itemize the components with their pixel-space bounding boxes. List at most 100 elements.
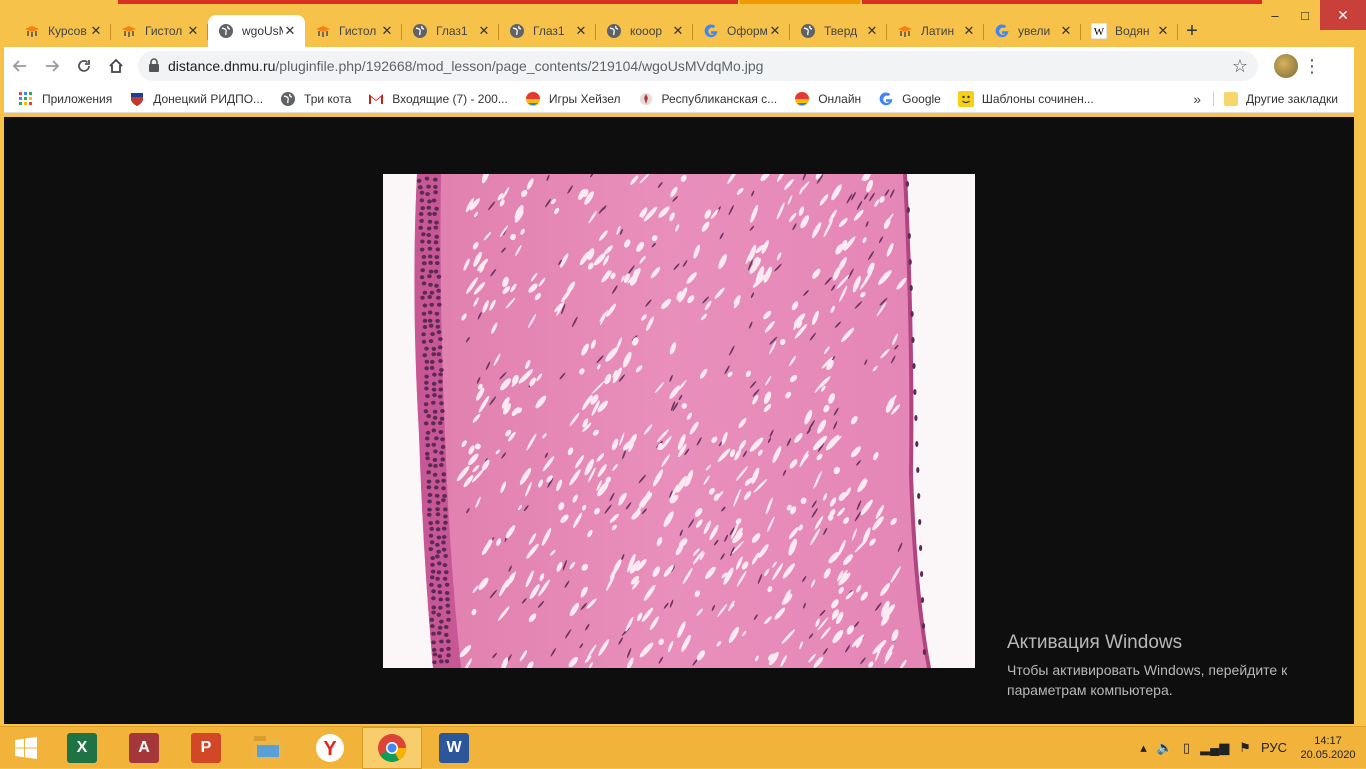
minimize-button[interactable]: ‒	[1260, 0, 1290, 30]
tissue-section-image	[414, 174, 931, 668]
device-icon[interactable]: ▯	[1183, 740, 1190, 756]
home-button[interactable]	[100, 50, 132, 82]
profile-avatar[interactable]	[1274, 54, 1298, 78]
activation-title: Активация Windows	[1007, 632, 1183, 653]
other-bookmarks[interactable]: Другие закладки	[1213, 91, 1338, 106]
taskbar-app-access[interactable]: A	[114, 727, 174, 769]
tab[interactable]: Оформ ✕	[693, 15, 790, 47]
close-tab-icon[interactable]: ✕	[671, 23, 685, 39]
bookmark-item[interactable]: Республиканская с...	[638, 91, 777, 107]
bookmark-item[interactable]: Приложения	[18, 91, 112, 107]
system-tray: ▴ 🔈 ▯ ▂▄▆ ⚑ РУС 14:17 20.05.2020	[1135, 727, 1366, 769]
tray-expand-icon[interactable]: ▴	[1140, 740, 1147, 756]
bookmark-label: Три кота	[304, 91, 352, 106]
globe-icon	[412, 23, 428, 39]
flag-icon[interactable]: ⚑	[1239, 740, 1251, 756]
taskbar-app-yandex-browser[interactable]: Y	[300, 727, 360, 769]
forward-button[interactable]	[36, 50, 68, 82]
tab[interactable]: Тверд ✕	[790, 15, 887, 47]
reload-button[interactable]	[68, 50, 100, 82]
start-button[interactable]	[0, 727, 52, 769]
bookmarks-bar: Приложения Донецкий РИДПО... Три кота Входя…	[4, 85, 1354, 113]
maximize-button[interactable]: □	[1290, 0, 1320, 30]
close-tab-icon[interactable]: ✕	[477, 23, 491, 39]
close-tab-icon[interactable]: ✕	[186, 23, 200, 39]
tab-title: Водян	[1115, 24, 1150, 38]
bookmark-item[interactable]: Игры Хейзел	[525, 91, 621, 107]
tab[interactable]: Гистол ✕	[111, 15, 208, 47]
bookmark-item[interactable]: Входящие (7) - 200...	[368, 91, 508, 107]
close-tab-icon[interactable]: ✕	[768, 23, 782, 39]
bookmark-item[interactable]: Шаблоны сочинен...	[957, 90, 1094, 107]
close-tab-icon[interactable]: ✕	[283, 23, 297, 39]
globe-icon	[218, 23, 234, 39]
tab-title: Тверд	[824, 24, 858, 38]
tab[interactable]: кооор ✕	[596, 15, 693, 47]
tab[interactable]: увели ✕	[984, 15, 1081, 47]
emblem-icon	[638, 91, 654, 107]
close-tab-icon[interactable]: ✕	[1156, 23, 1170, 39]
activation-text: Чтобы активировать Windows, перейдите к …	[1007, 662, 1288, 698]
lock-icon[interactable]	[148, 57, 168, 75]
accent-line	[862, 0, 1262, 4]
windows-logo-icon	[15, 736, 37, 759]
taskbar-app-word[interactable]: W	[424, 727, 484, 769]
menu-dots-icon[interactable]: ⋮	[1298, 56, 1326, 77]
windows-activation-watermark: Активация Windows Чтобы активировать Win…	[1007, 632, 1327, 700]
close-window-button[interactable]: ✕	[1320, 0, 1366, 30]
window-frame	[0, 0, 1366, 14]
url-text[interactable]: distance.dnmu.ru/pluginfile.php/192668/m…	[168, 58, 1232, 74]
bookmark-star-icon[interactable]: ☆	[1232, 56, 1248, 77]
bookmarks-overflow-icon[interactable]: »	[1193, 91, 1201, 107]
globe-icon	[800, 23, 816, 39]
signal-icon[interactable]: ▂▄▆	[1200, 740, 1229, 756]
taskbar-app-powerpoint[interactable]: P	[176, 727, 236, 769]
close-tab-icon[interactable]: ✕	[574, 23, 588, 39]
histology-image[interactable]	[383, 174, 975, 668]
globe-icon	[509, 23, 525, 39]
bookmark-item[interactable]: Google	[878, 91, 941, 107]
windows-taskbar: X A P Y W ▴ 🔈 ▯ ▂▄▆ ⚑ РУС 14:17 20.05.2020	[0, 726, 1366, 769]
speaker-icon[interactable]: 🔈	[1157, 740, 1173, 756]
word-icon: W	[439, 732, 469, 763]
tab[interactable]: W Водян ✕	[1081, 15, 1178, 47]
tab[interactable]: Курсов ✕	[14, 15, 111, 47]
back-arrow-icon	[12, 60, 26, 72]
new-tab-button[interactable]: +	[1178, 15, 1206, 47]
moodle-hat-icon	[24, 23, 40, 39]
bookmark-item[interactable]: Онлайн	[794, 91, 861, 107]
tab[interactable]: Латин ✕	[887, 15, 984, 47]
globe-icon	[280, 91, 296, 107]
tab-title: Гистол	[339, 24, 377, 38]
window-controls: ‒ □ ✕	[1260, 0, 1366, 30]
tab[interactable]: wgoUsM✕	[208, 15, 305, 47]
close-tab-icon[interactable]: ✕	[380, 23, 394, 39]
tab[interactable]: Глаз1 ✕	[499, 15, 596, 47]
address-bar[interactable]: distance.dnmu.ru/pluginfile.php/192668/m…	[138, 51, 1258, 81]
back-button[interactable]	[4, 50, 36, 82]
pinned-apps: XAP Y W	[52, 726, 486, 769]
close-tab-icon[interactable]: ✕	[865, 23, 879, 39]
folder-icon	[1224, 91, 1239, 106]
taskbar-app-chrome[interactable]	[362, 726, 422, 769]
close-tab-icon[interactable]: ✕	[89, 23, 103, 39]
clock[interactable]: 14:17 20.05.2020	[1298, 734, 1358, 762]
tab-title: wgoUsM	[242, 24, 283, 38]
taskbar-app-file-explorer[interactable]	[238, 727, 298, 769]
taskbar-app-excel[interactable]: X	[52, 727, 112, 769]
tab[interactable]: Глаз1 ✕	[402, 15, 499, 47]
clock-time: 14:17	[1314, 734, 1342, 747]
svg-text:Y: Y	[323, 738, 337, 760]
bookmark-item[interactable]: Донецкий РИДПО...	[129, 91, 263, 107]
tab[interactable]: Гистол ✕	[305, 15, 402, 47]
clock-date: 20.05.2020	[1300, 748, 1356, 761]
close-tab-icon[interactable]: ✕	[1059, 23, 1073, 39]
home-icon	[109, 58, 123, 73]
gmail-icon	[368, 91, 384, 107]
bookmark-item[interactable]: Три кота	[280, 91, 351, 107]
excel-icon: X	[67, 732, 97, 763]
scrollbar-strip[interactable]	[1354, 117, 1366, 724]
close-tab-icon[interactable]: ✕	[962, 23, 976, 39]
bookmark-label: Онлайн	[818, 91, 862, 106]
language-indicator[interactable]: РУС	[1261, 740, 1287, 755]
